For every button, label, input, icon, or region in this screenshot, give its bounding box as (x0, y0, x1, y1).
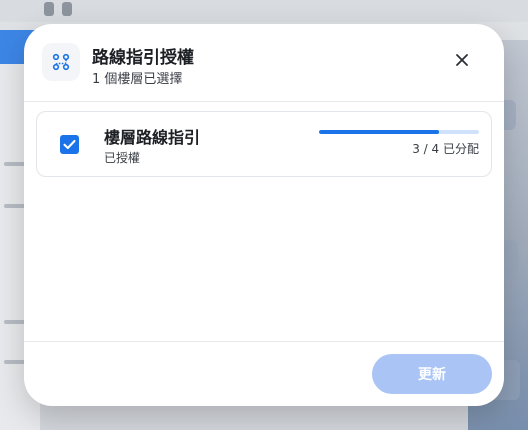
allocation-progress-fill (319, 130, 439, 134)
floor-item-status: 已授權 (104, 151, 141, 165)
background-topbar (0, 0, 528, 22)
dialog-subtitle: 1 個樓層已選擇 (92, 72, 183, 87)
dialog-body: 樓層路線指引 已授權 3 / 4 已分配 (24, 102, 504, 341)
dialog-footer: 更新 (24, 341, 504, 406)
background-line (4, 204, 26, 208)
background-icon (62, 2, 72, 16)
route-authorization-dialog: 路線指引授權 1 個樓層已選擇 樓層路線指引 已授權 3 / 4 已分配 更新 (24, 24, 504, 406)
floor-item-card[interactable]: 樓層路線指引 已授權 3 / 4 已分配 (36, 111, 492, 177)
background-line (4, 162, 26, 166)
route-icon (42, 43, 80, 81)
allocation-progress-bar (319, 130, 479, 134)
dialog-title: 路線指引授權 (92, 48, 194, 68)
floor-item-name: 樓層路線指引 (104, 128, 201, 147)
allocation-progress-text: 3 / 4 已分配 (412, 142, 479, 156)
check-icon (63, 139, 76, 150)
background-line (4, 320, 26, 324)
close-button[interactable] (452, 50, 472, 70)
background-icon (44, 2, 54, 16)
floor-item-checkbox[interactable] (60, 135, 79, 154)
background-line (4, 360, 26, 364)
close-icon (456, 54, 468, 66)
dialog-header: 路線指引授權 1 個樓層已選擇 (24, 24, 504, 102)
update-button[interactable]: 更新 (372, 354, 492, 394)
